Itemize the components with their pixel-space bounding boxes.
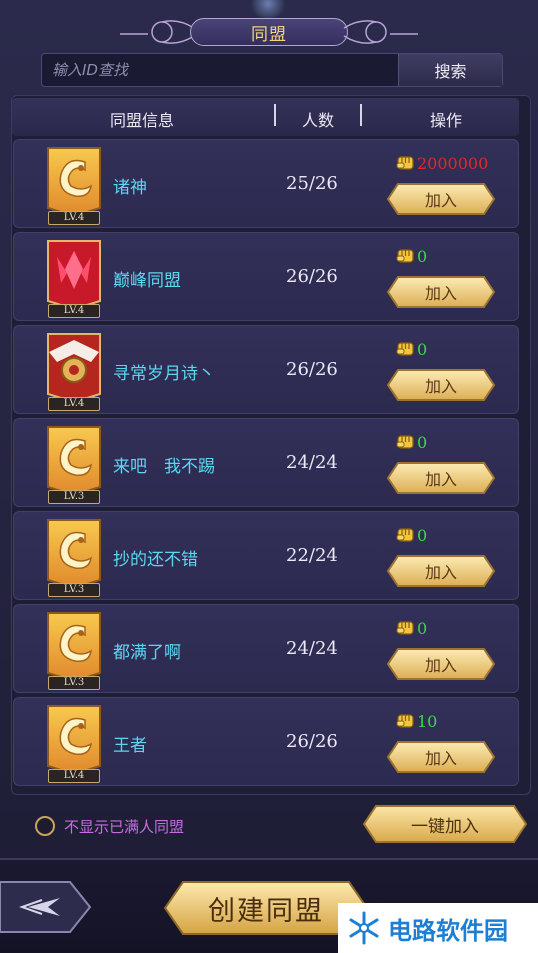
member-count: 22/24	[286, 545, 338, 566]
member-count: 24/24	[286, 452, 338, 473]
alliance-name: 王者	[113, 736, 147, 756]
header-info: 同盟信息	[110, 111, 175, 130]
alliance-name: 抄的还不错	[113, 550, 198, 570]
power-number: 0	[417, 618, 428, 638]
power-number: 2000000	[417, 153, 489, 173]
join-label: 加入	[424, 470, 457, 489]
ornament-right-icon	[343, 20, 418, 44]
snowflake-logo-icon	[349, 911, 379, 945]
search-bar: 搜索	[41, 53, 503, 87]
alliance-name: 都满了啊	[113, 643, 181, 663]
alliance-name: 来吧 我不踢	[113, 457, 215, 477]
join-label: 加入	[424, 563, 457, 582]
power-number: 0	[417, 246, 428, 266]
member-count: 24/24	[286, 638, 338, 659]
member-count: 25/26	[286, 173, 338, 194]
power-number: 0	[417, 339, 428, 359]
power-number: 0	[417, 432, 428, 452]
table-row: LV.4 王者 26/26 10 加入	[13, 697, 519, 786]
alliance-level: LV.4	[48, 211, 100, 225]
hide-full-option[interactable]: 不显示已满人同盟	[35, 815, 184, 837]
alliance-level: LV.3	[48, 676, 100, 690]
header-divider	[360, 104, 362, 126]
member-count: 26/26	[286, 359, 338, 380]
alliance-level: LV.4	[48, 397, 100, 411]
watermark: 电路软件园	[338, 903, 538, 953]
power-value: 0	[396, 431, 427, 453]
table-row: LV.3 都满了啊 24/24 0 加入	[13, 604, 519, 693]
back-arrow-icon	[0, 881, 92, 933]
join-label: 加入	[424, 284, 457, 303]
alliance-name: 寻常岁月诗丶	[113, 364, 215, 384]
alliance-level: LV.3	[48, 583, 100, 597]
title-bar: 同盟	[118, 0, 420, 48]
join-label: 加入	[424, 749, 457, 768]
fist-icon	[396, 435, 414, 449]
join-label: 加入	[424, 191, 457, 210]
power-value: 0	[396, 617, 427, 639]
join-label: 加入	[424, 656, 457, 675]
hide-full-radio[interactable]	[35, 816, 55, 836]
title-plate: 同盟	[190, 18, 348, 46]
join-button[interactable]: 加入	[386, 275, 496, 309]
fist-icon	[396, 156, 414, 170]
alliance-level: LV.4	[48, 304, 100, 318]
member-count: 26/26	[286, 266, 338, 287]
hide-full-label: 不显示已满人同盟	[64, 817, 185, 836]
one-key-join-button[interactable]: 一键加入	[362, 802, 528, 846]
header-count: 人数	[302, 111, 335, 130]
search-button[interactable]: 搜索	[398, 54, 502, 86]
header-divider	[274, 104, 276, 126]
table-row: LV.3 抄的还不错 22/24 0 加入	[13, 511, 519, 600]
power-value: 0	[396, 338, 427, 360]
power-number: 0	[417, 525, 428, 545]
join-button[interactable]: 加入	[386, 554, 496, 588]
header-action: 操作	[430, 111, 463, 130]
power-value: 10	[396, 710, 437, 732]
watermark-text: 电路软件园	[388, 916, 508, 945]
table-header: 同盟信息 人数 操作	[12, 98, 519, 136]
fist-icon	[396, 528, 414, 542]
ornament-left-icon	[120, 20, 195, 44]
fist-icon	[396, 342, 414, 356]
member-count: 26/26	[286, 731, 338, 752]
page-title: 同盟	[251, 24, 287, 45]
join-button[interactable]: 加入	[386, 740, 496, 774]
table-row: LV.4 诸神 25/26 2000000 加入	[13, 139, 519, 228]
power-value: 2000000	[396, 152, 488, 174]
back-button[interactable]	[0, 876, 92, 938]
join-button[interactable]: 加入	[386, 182, 496, 216]
alliance-name: 诸神	[113, 178, 147, 198]
table-row: LV.4 寻常岁月诗丶 26/26 0 加入	[13, 325, 519, 414]
alliance-level: LV.3	[48, 490, 100, 504]
power-value: 0	[396, 245, 427, 267]
one-key-join-label: 一键加入	[411, 816, 479, 837]
join-button[interactable]: 加入	[386, 368, 496, 402]
alliance-name: 巅峰同盟	[113, 271, 181, 291]
fist-icon	[396, 621, 414, 635]
join-button[interactable]: 加入	[386, 461, 496, 495]
power-value: 0	[396, 524, 427, 546]
search-input[interactable]	[42, 54, 398, 86]
power-number: 10	[417, 711, 438, 731]
join-button[interactable]: 加入	[386, 647, 496, 681]
alliance-level: LV.4	[48, 769, 100, 783]
fist-icon	[396, 249, 414, 263]
join-label: 加入	[424, 377, 457, 396]
fist-icon	[396, 714, 414, 728]
emblem-icon	[248, 0, 288, 18]
table-row: LV.3 来吧 我不踢 24/24 0 加入	[13, 418, 519, 507]
table-row: LV.4 巅峰同盟 26/26 0 加入	[13, 232, 519, 321]
